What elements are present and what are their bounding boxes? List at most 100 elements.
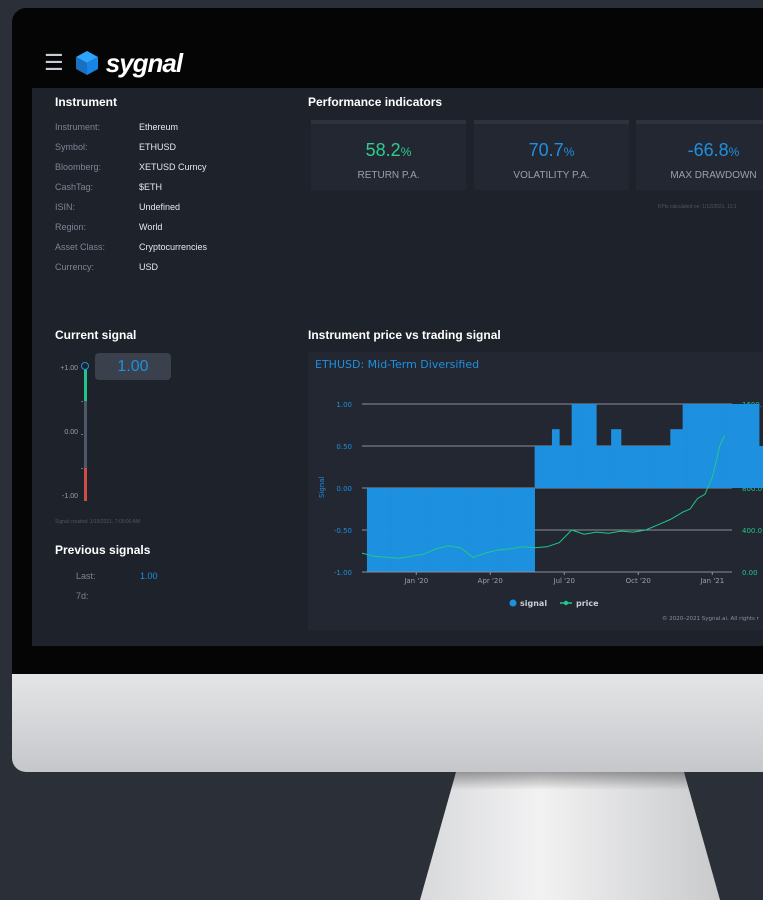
- kpi-volatility-unit: %: [563, 145, 575, 159]
- logo-cube-icon: [75, 51, 98, 75]
- kpi-drawdown-number: -66.8: [687, 140, 729, 160]
- instrument-field-value: Undefined: [139, 202, 181, 212]
- signal-bar: [625, 446, 629, 488]
- signal-bar: [396, 488, 400, 572]
- signal-bar: [751, 404, 755, 488]
- gauge-tick: [81, 401, 83, 402]
- signal-bar: [500, 488, 503, 572]
- signal-bar: [645, 446, 649, 488]
- signal-bar: [635, 446, 639, 488]
- gauge-segment-negative: [84, 468, 87, 501]
- instrument-field-row: Symbol: ETHUSD: [55, 142, 176, 152]
- signal-bar: [714, 404, 718, 488]
- signal-bar: [576, 404, 580, 488]
- signal-bar: [366, 488, 370, 572]
- signal-bar: [418, 488, 422, 572]
- signal-bar: [532, 488, 535, 572]
- dashboard-screen: Instrument Instrument: Ethereum Symbol: ETH…: [32, 88, 763, 646]
- signal-bar: [653, 446, 656, 488]
- signal-bar: [724, 404, 728, 488]
- signal-bar: [662, 446, 666, 488]
- instrument-field-label: Symbol:: [55, 142, 88, 152]
- signal-bar: [534, 446, 538, 488]
- kpi-volatility-card: 70.7% VOLATILITY P.A.: [474, 120, 629, 190]
- signal-bar: [603, 446, 607, 488]
- signal-bar: [628, 446, 632, 488]
- signal-bar: [529, 488, 533, 572]
- signal-bar: [569, 446, 572, 488]
- x-tick-label: Jul '20: [553, 577, 576, 585]
- signal-bar: [640, 446, 644, 488]
- signal-bar: [547, 446, 550, 488]
- monitor-chin: [12, 674, 763, 772]
- instrument-field-label: Instrument:: [55, 122, 101, 132]
- gauge-tick: [81, 434, 83, 435]
- signal-bar: [593, 404, 597, 488]
- signal-bar: [675, 429, 679, 488]
- signal-bar: [517, 488, 521, 572]
- signal-bar: [527, 488, 531, 572]
- signal-bar: [413, 488, 417, 572]
- signal-bar: [470, 488, 474, 572]
- kpi-drawdown-unit: %: [728, 145, 740, 159]
- current-signal-value: 1.00: [95, 353, 171, 380]
- instrument-field-value: USD: [139, 262, 159, 272]
- signal-bar: [727, 404, 730, 488]
- kpi-volatility-number: 70.7: [528, 140, 564, 160]
- signal-bar: [588, 404, 592, 488]
- signal-bar: [524, 488, 528, 572]
- signal-bar: [438, 488, 442, 572]
- signal-bar: [692, 404, 696, 488]
- signal-bar: [670, 429, 674, 488]
- signal-bar: [371, 488, 375, 572]
- signal-bar: [549, 446, 553, 488]
- signal-bar: [756, 404, 760, 488]
- gauge-label-mid: 0.00: [64, 429, 78, 436]
- y-tick-label: 1.00: [336, 401, 352, 409]
- signal-bar: [428, 488, 432, 572]
- signal-bar: [514, 488, 518, 572]
- gauge-segment-neutral-lower: [84, 434, 87, 468]
- signal-bar: [477, 488, 481, 572]
- signal-bar: [638, 446, 642, 488]
- signal-bar: [672, 429, 676, 488]
- signal-bar: [411, 488, 415, 572]
- signal-bar: [440, 488, 444, 572]
- signal-bar: [542, 446, 545, 488]
- instrument-field-row: Bloomberg: XETUSD Curncy: [55, 162, 207, 172]
- signal-created-note: Signal created: 1/19/2021, 7:00:00 AM: [55, 519, 141, 525]
- signal-bar: [658, 446, 661, 488]
- instrument-field-label: ISIN:: [55, 202, 76, 212]
- kpi-calc-note: KPIs calculated on: 1/12/2021, 11:1: [658, 204, 737, 210]
- y-axis-label: Signal: [318, 476, 326, 498]
- logo-text[interactable]: sygnal: [106, 48, 183, 79]
- instrument-field-row: Region: World: [55, 222, 162, 232]
- signal-bar: [695, 404, 698, 488]
- signal-bar: [685, 404, 688, 488]
- menu-icon[interactable]: ☰: [44, 50, 64, 76]
- signal-bar: [736, 404, 740, 488]
- instrument-field-label: Asset Class:: [55, 242, 106, 252]
- kpi-return-value: 58.2%: [311, 140, 466, 161]
- signal-bar: [655, 446, 659, 488]
- signal-bar: [445, 488, 449, 572]
- instrument-field-label: Currency:: [55, 262, 95, 272]
- instrument-field-label: Region:: [55, 222, 87, 232]
- signal-bar: [406, 488, 410, 572]
- signal-bar: [386, 488, 390, 572]
- instrument-field-value: ETHUSD: [139, 142, 177, 152]
- gauge-indicator-dot: [81, 362, 89, 370]
- signal-bar: [492, 488, 496, 572]
- signal-bar: [682, 404, 686, 488]
- previous-signals-title: Previous signals: [55, 543, 151, 557]
- previous-signal-last-value: 1.00: [140, 571, 158, 581]
- signal-bar: [433, 488, 437, 572]
- signal-bar: [544, 446, 548, 488]
- signal-bar: [436, 488, 439, 572]
- signal-bar: [687, 404, 691, 488]
- signal-bar: [522, 488, 526, 572]
- x-tick-label: Apr '20: [478, 577, 503, 585]
- signal-bar: [374, 488, 378, 572]
- kpi-return-card: 58.2% RETURN P.A.: [311, 120, 466, 190]
- instrument-field-label: CashTag:: [55, 182, 94, 192]
